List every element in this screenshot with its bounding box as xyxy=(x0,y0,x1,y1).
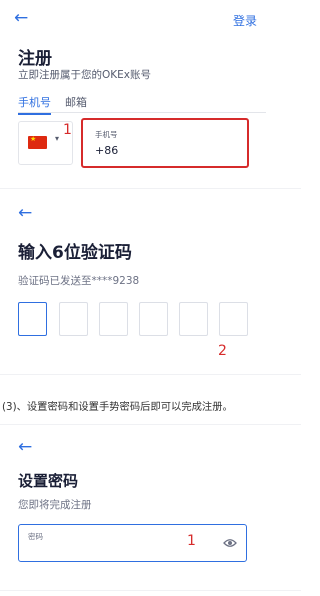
page-subtitle: 立即注册属于您的OKEx账号 xyxy=(18,69,151,81)
eye-icon[interactable] xyxy=(223,538,237,548)
panel-divider xyxy=(0,590,301,591)
code-input-3[interactable] xyxy=(99,302,128,336)
code-input-5[interactable] xyxy=(179,302,208,336)
verify-title: 输入6位验证码 xyxy=(18,243,132,263)
code-input-4[interactable] xyxy=(139,302,168,336)
set-password-title: 设置密码 xyxy=(18,472,79,490)
annotation-marker-1: 1 xyxy=(187,533,196,549)
login-link[interactable]: 登录 xyxy=(233,12,257,29)
panel-divider xyxy=(0,424,301,425)
page-title: 注册 xyxy=(18,49,52,69)
back-arrow-icon[interactable]: ← xyxy=(18,439,32,456)
phone-field-value: +86 xyxy=(95,144,119,157)
back-arrow-icon[interactable]: ← xyxy=(14,10,28,27)
panel-divider xyxy=(0,374,301,375)
password-field-label: 密码 xyxy=(28,532,43,541)
caret-down-icon: ▾ xyxy=(55,134,60,143)
tab-divider xyxy=(18,112,266,113)
verify-subtitle: 验证码已发送至****9238 xyxy=(18,275,140,287)
set-password-subtitle: 您即将完成注册 xyxy=(18,499,92,511)
annotation-marker-2: 2 xyxy=(218,343,227,359)
back-arrow-icon[interactable]: ← xyxy=(18,205,32,222)
cn-flag-icon: ★ xyxy=(28,135,47,149)
code-input-6[interactable] xyxy=(219,302,248,336)
tab-email[interactable]: 邮箱 xyxy=(65,94,87,110)
code-input-1[interactable] xyxy=(18,302,47,336)
phone-field[interactable]: 手机号 +86 xyxy=(81,118,249,168)
code-input-2[interactable] xyxy=(59,302,88,336)
annotation-marker-1: 1 xyxy=(63,122,72,138)
step-caption: (3)、设置密码和设置手势密码后即可以完成注册。 xyxy=(2,401,233,413)
flag-star-icon: ★ xyxy=(30,135,37,143)
panel-divider xyxy=(0,188,301,189)
password-field[interactable]: 密码 1 xyxy=(18,524,247,562)
phone-field-label: 手机号 xyxy=(95,130,118,139)
